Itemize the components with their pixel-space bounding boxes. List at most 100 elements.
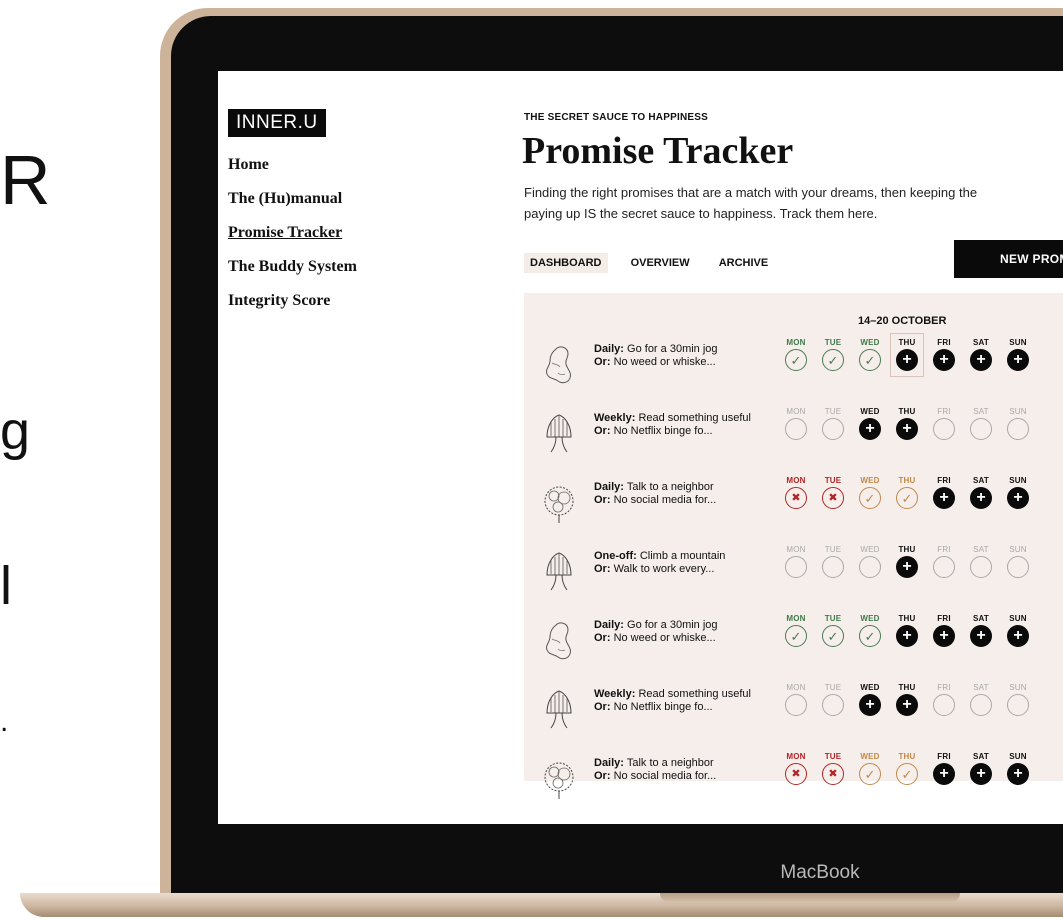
promise-text[interactable]: Weekly: Read something useful Or: No Netf… <box>594 688 754 714</box>
plus-icon[interactable]: + <box>933 349 955 371</box>
plus-icon[interactable]: + <box>896 349 918 371</box>
bush-icon <box>542 757 576 801</box>
day-label: FRI <box>937 545 951 554</box>
app-logo[interactable]: INNER.U <box>228 109 326 137</box>
empty-circle-icon[interactable] <box>933 556 955 578</box>
plus-icon[interactable]: + <box>1007 763 1029 785</box>
check-icon[interactable]: ✓ <box>859 487 881 509</box>
check-icon[interactable]: ✓ <box>859 763 881 785</box>
plus-icon[interactable]: + <box>896 694 918 716</box>
day-fri: FRI + <box>927 613 961 647</box>
plus-icon[interactable]: + <box>933 763 955 785</box>
promise-text[interactable]: One-off: Climb a mountain Or: Walk to wor… <box>594 550 754 576</box>
empty-circle-icon[interactable] <box>785 418 807 440</box>
x-icon[interactable]: ✖ <box>822 487 844 509</box>
promise-row[interactable]: Daily: Go for a 30min jog Or: No weed or … <box>524 613 1063 683</box>
check-icon[interactable]: ✓ <box>785 349 807 371</box>
empty-circle-icon[interactable] <box>1007 418 1029 440</box>
nav-item-home[interactable]: Home <box>228 155 357 175</box>
nav-item-integrity-score[interactable]: Integrity Score <box>228 291 357 311</box>
empty-circle-icon[interactable] <box>859 556 881 578</box>
check-icon[interactable]: ✓ <box>785 625 807 647</box>
nav-item-humanual[interactable]: The (Hu)manual <box>228 189 357 209</box>
day-wed: WED <box>853 544 887 578</box>
plus-icon[interactable]: + <box>1007 487 1029 509</box>
plus-icon[interactable]: + <box>859 418 881 440</box>
nav-item-buddy-system[interactable]: The Buddy System <box>228 257 357 277</box>
day-label: SUN <box>1009 614 1027 623</box>
tab-overview[interactable]: OVERVIEW <box>625 253 696 273</box>
empty-circle-icon[interactable] <box>970 418 992 440</box>
check-icon[interactable]: ✓ <box>859 349 881 371</box>
promise-row[interactable]: Daily: Talk to a neighbor Or: No social m… <box>524 475 1063 545</box>
empty-circle-icon[interactable] <box>822 418 844 440</box>
new-promise-button[interactable]: NEW PROMI <box>954 240 1063 278</box>
plus-icon[interactable]: + <box>933 625 955 647</box>
day-tue: TUE ✓ <box>816 337 850 371</box>
day-sun: SUN + <box>1001 337 1035 371</box>
cropped-letter-r: R <box>0 141 51 219</box>
empty-circle-icon[interactable] <box>933 694 955 716</box>
empty-circle-icon[interactable] <box>970 694 992 716</box>
promise-text[interactable]: Daily: Go for a 30min jog Or: No weed or … <box>594 619 754 645</box>
check-icon[interactable]: ✓ <box>896 487 918 509</box>
description-line-1: Finding the right promises that are a ma… <box>524 185 978 200</box>
day-label: MON <box>786 476 806 485</box>
plus-icon[interactable]: + <box>1007 349 1029 371</box>
promise-main: One-off: Climb a mountain <box>594 550 754 563</box>
promise-type: Daily: <box>594 619 624 631</box>
day-label: SAT <box>973 683 989 692</box>
plus-icon[interactable]: + <box>896 418 918 440</box>
promise-text[interactable]: Weekly: Read something useful Or: No Netf… <box>594 412 754 438</box>
promise-type: One-off: <box>594 550 637 562</box>
empty-circle-icon[interactable] <box>785 556 807 578</box>
empty-circle-icon[interactable] <box>1007 556 1029 578</box>
promise-row[interactable]: Weekly: Read something useful Or: No Netf… <box>524 406 1063 476</box>
plus-icon[interactable]: + <box>859 694 881 716</box>
cropped-dot: . <box>0 705 9 738</box>
day-label: THU <box>898 545 916 554</box>
day-wed: WED ✓ <box>853 337 887 371</box>
empty-circle-icon[interactable] <box>933 418 955 440</box>
day-label: SAT <box>972 614 989 623</box>
promise-text[interactable]: Daily: Talk to a neighbor Or: No social m… <box>594 757 754 783</box>
empty-circle-icon[interactable] <box>970 556 992 578</box>
day-label: THU <box>898 476 916 485</box>
tab-dashboard[interactable]: DASHBOARD <box>524 253 608 273</box>
day-label: SUN <box>1009 407 1027 416</box>
day-label: TUE <box>824 476 842 485</box>
empty-circle-icon[interactable] <box>822 556 844 578</box>
check-icon[interactable]: ✓ <box>859 625 881 647</box>
tab-archive[interactable]: ARCHIVE <box>713 253 775 273</box>
empty-circle-icon[interactable] <box>1007 694 1029 716</box>
check-icon[interactable]: ✓ <box>822 349 844 371</box>
plus-icon[interactable]: + <box>933 487 955 509</box>
promise-row[interactable]: Weekly: Read something useful Or: No Netf… <box>524 682 1063 752</box>
plus-icon[interactable]: + <box>970 625 992 647</box>
plus-icon[interactable]: + <box>970 349 992 371</box>
promise-or-text: No Netflix binge fo... <box>613 425 713 437</box>
promise-or: Or: No Netflix binge fo... <box>594 701 754 714</box>
check-icon[interactable]: ✓ <box>896 763 918 785</box>
promise-or-text: No Netflix binge fo... <box>613 701 713 713</box>
empty-circle-icon[interactable] <box>822 694 844 716</box>
plus-icon[interactable]: + <box>970 763 992 785</box>
nav-item-promise-tracker[interactable]: Promise Tracker <box>228 223 357 243</box>
promise-row[interactable]: Daily: Talk to a neighbor Or: No social m… <box>524 751 1063 821</box>
promise-row[interactable]: Daily: Go for a 30min jog Or: No weed or … <box>524 333 1063 407</box>
plus-icon[interactable]: + <box>1007 625 1029 647</box>
day-label: FRI <box>937 407 951 416</box>
x-icon[interactable]: ✖ <box>822 763 844 785</box>
tree-icon <box>542 550 576 594</box>
promise-text[interactable]: Daily: Talk to a neighbor Or: No social m… <box>594 481 754 507</box>
plus-icon[interactable]: + <box>896 625 918 647</box>
empty-circle-icon[interactable] <box>785 694 807 716</box>
promise-text[interactable]: Daily: Go for a 30min jog Or: No weed or … <box>594 343 754 369</box>
check-icon[interactable]: ✓ <box>822 625 844 647</box>
promise-row[interactable]: One-off: Climb a mountain Or: Walk to wor… <box>524 544 1063 614</box>
x-icon[interactable]: ✖ <box>785 487 807 509</box>
plus-icon[interactable]: + <box>970 487 992 509</box>
plus-icon[interactable]: + <box>896 556 918 578</box>
day-sun: SUN <box>1001 544 1035 578</box>
x-icon[interactable]: ✖ <box>785 763 807 785</box>
